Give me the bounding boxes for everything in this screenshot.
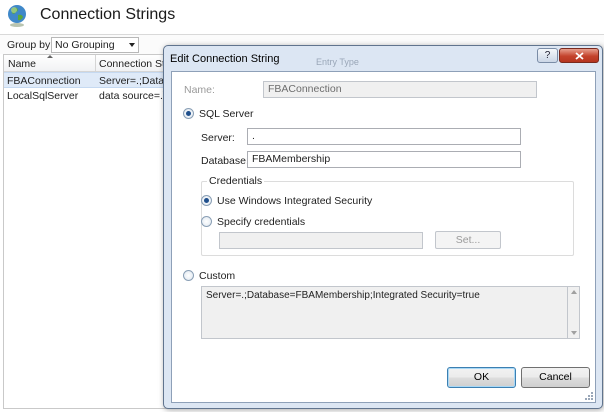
- ok-button[interactable]: OK: [447, 367, 516, 388]
- server-label: Server:: [201, 132, 235, 144]
- dialog-titlebar[interactable]: Edit Connection String Entry Type ?: [164, 46, 602, 70]
- sort-caret-icon: [47, 55, 53, 58]
- use-windows-security-radio[interactable]: [201, 195, 212, 206]
- specify-credentials-label: Specify credentials: [217, 216, 306, 228]
- column-header-name[interactable]: Name: [8, 58, 36, 70]
- page-title: Connection Strings: [40, 6, 176, 23]
- custom-connection-string-field[interactable]: Server=.;Database=FBAMembership;Integrat…: [201, 286, 568, 339]
- close-icon: [575, 52, 584, 60]
- database-field[interactable]: FBAMembership: [247, 151, 521, 168]
- table-row[interactable]: LocalSqlServer data source=.\S: [4, 88, 172, 104]
- feature-header: Connection Strings: [0, 0, 604, 34]
- dialog-title: Edit Connection String: [170, 53, 280, 65]
- name-field[interactable]: FBAConnection: [263, 81, 537, 98]
- table-row[interactable]: FBAConnection Server=.;Databas: [4, 72, 172, 88]
- group-by-select[interactable]: No Grouping: [51, 37, 139, 53]
- grid-header: Name Connection String: [4, 55, 172, 72]
- name-label: Name:: [184, 84, 215, 96]
- column-header-connection-string[interactable]: Connection String: [99, 58, 172, 70]
- server-field[interactable]: .: [247, 128, 521, 145]
- chevron-down-icon[interactable]: [129, 43, 135, 47]
- credentials-field: [219, 232, 423, 249]
- specify-credentials-radio[interactable]: [201, 216, 212, 227]
- row-connection-string: data source=.\S: [99, 90, 173, 102]
- help-button[interactable]: ?: [537, 48, 558, 63]
- custom-field-scrollbar[interactable]: [568, 286, 580, 339]
- column-divider[interactable]: [95, 55, 96, 72]
- connection-strings-grid: Name Connection String FBAConnection Ser…: [3, 54, 173, 409]
- use-windows-security-label: Use Windows Integrated Security: [217, 195, 373, 207]
- scroll-down-icon[interactable]: [571, 331, 577, 335]
- row-name: LocalSqlServer: [7, 90, 79, 102]
- scroll-up-icon[interactable]: [571, 290, 577, 294]
- database-label: Database:: [201, 155, 249, 167]
- set-credentials-button: Set...: [435, 231, 501, 249]
- sql-server-label: SQL Server: [199, 108, 254, 120]
- group-by-value: No Grouping: [55, 39, 115, 51]
- row-name: FBAConnection: [7, 75, 81, 87]
- custom-label: Custom: [199, 270, 236, 282]
- credentials-legend: Credentials: [207, 175, 265, 187]
- dialog-client-area: Name: FBAConnection SQL Server Server: .…: [171, 71, 596, 403]
- globe-icon: [8, 5, 26, 27]
- sql-server-radio[interactable]: [183, 108, 194, 119]
- close-button[interactable]: [559, 48, 599, 63]
- custom-radio[interactable]: [183, 270, 194, 281]
- cancel-button[interactable]: Cancel: [521, 367, 590, 388]
- group-by-label: Group by:: [7, 39, 54, 51]
- resize-grip-icon[interactable]: [584, 391, 594, 401]
- edit-connection-string-dialog: Edit Connection String Entry Type ? Name…: [163, 45, 603, 409]
- ghost-title: Entry Type: [316, 57, 359, 67]
- row-connection-string: Server=.;Databas: [99, 75, 173, 87]
